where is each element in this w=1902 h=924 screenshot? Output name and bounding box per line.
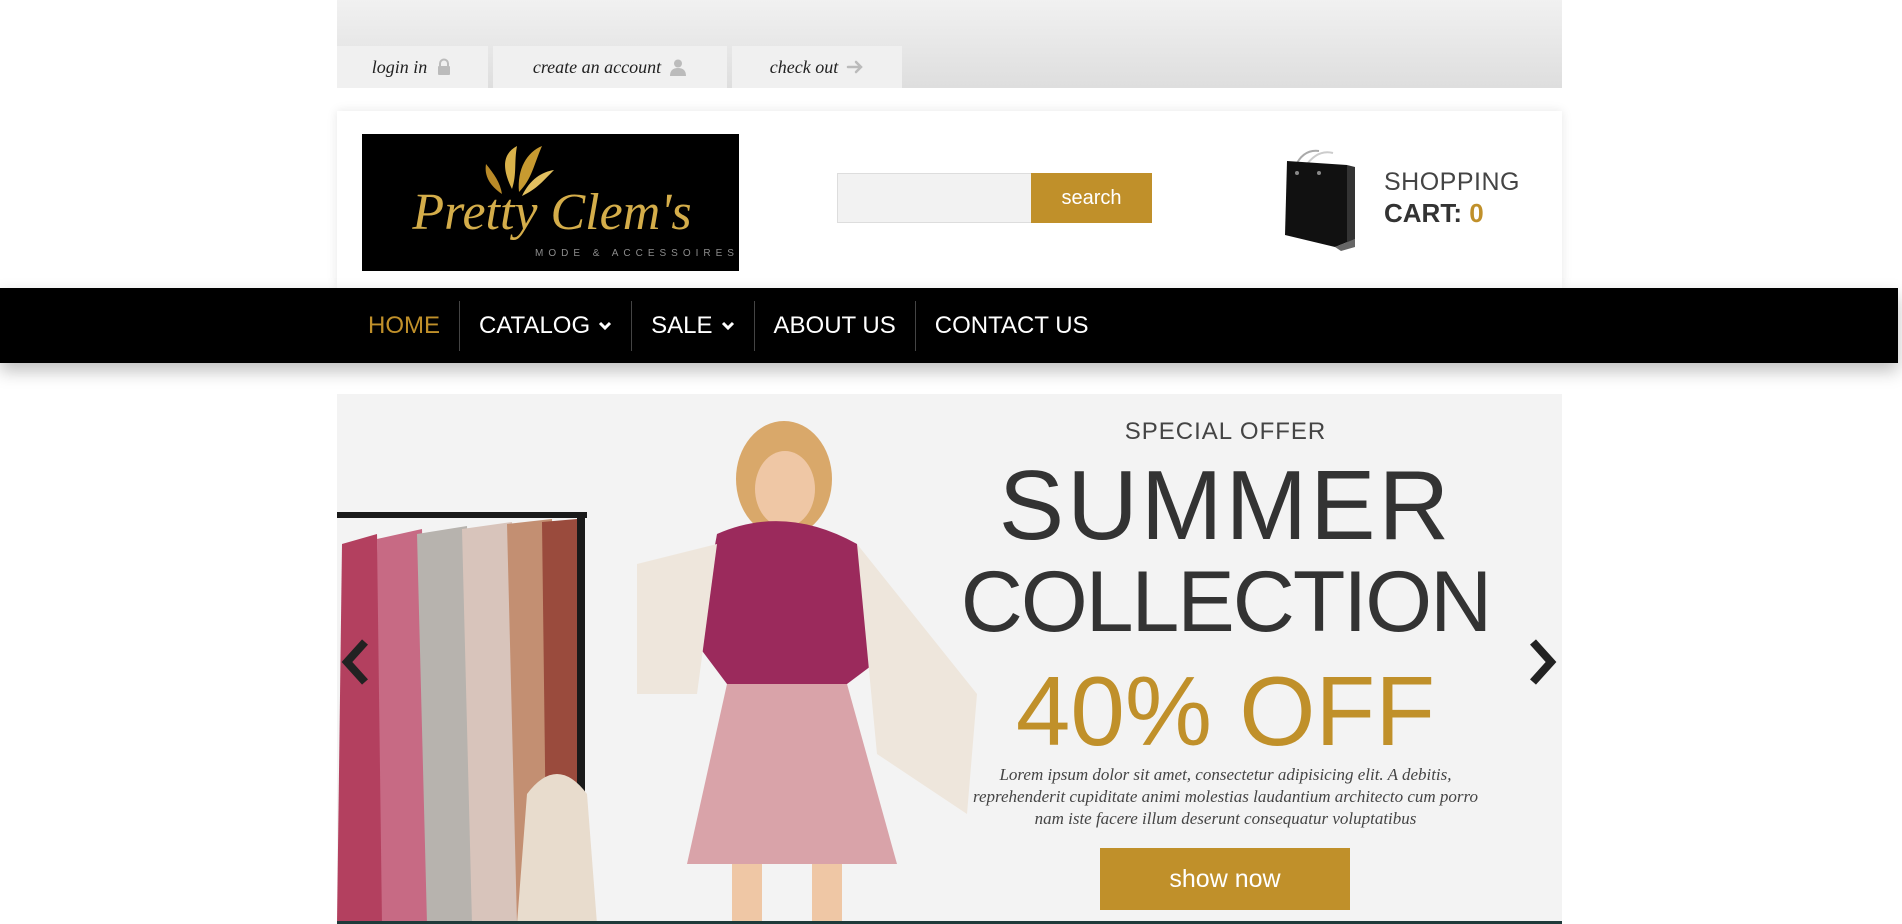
search-button[interactable]: search bbox=[1031, 173, 1152, 223]
offer-title-line2: COLLECTION bbox=[960, 554, 1493, 650]
hero-image bbox=[337, 421, 977, 924]
offer-description-line2: reprehenderit cupiditate animi molestias… bbox=[972, 787, 1479, 806]
offer-discount: 40% OFF bbox=[1015, 656, 1436, 766]
login-link-label: login in bbox=[371, 56, 428, 77]
arrow-right-icon bbox=[846, 58, 864, 76]
nav-item-contact-us[interactable]: CONTACT US bbox=[916, 301, 1108, 351]
account-links: login in create an account check out bbox=[337, 46, 907, 88]
slider-prev-arrow[interactable] bbox=[337, 632, 373, 692]
offer-description: Lorem ipsum dolor sit amet, consectetur … bbox=[937, 764, 1514, 830]
cart-label: CART: bbox=[1384, 198, 1462, 228]
chevron-right-icon bbox=[1530, 639, 1557, 685]
show-now-button[interactable]: show now bbox=[1100, 848, 1350, 910]
checkout-link-label: check out bbox=[769, 56, 839, 77]
nav-item-sale[interactable]: SALE bbox=[632, 300, 755, 351]
logo-tagline: MODE & ACCESSOIRES bbox=[535, 248, 739, 259]
offer-title-line1: SUMMER bbox=[998, 450, 1453, 560]
top-bar: login in create an account check out bbox=[337, 0, 1562, 88]
logo-text: Pretty Clem's bbox=[411, 184, 691, 241]
create-account-link[interactable]: create an account bbox=[493, 46, 727, 88]
user-icon bbox=[669, 58, 687, 76]
nav-item-home-label: HOME bbox=[368, 311, 440, 339]
shopping-bag-icon[interactable] bbox=[1283, 147, 1363, 251]
chevron-left-icon bbox=[341, 639, 368, 685]
cart-count: 0 bbox=[1469, 198, 1484, 228]
hero-slider: SPECIAL OFFER SUMMER COLLECTION 40% OFF … bbox=[337, 394, 1562, 924]
nav-item-sale-label: SALE bbox=[651, 311, 713, 339]
offer-description-line1: Lorem ipsum dolor sit amet, consectetur … bbox=[999, 765, 1452, 784]
nav-item-catalog-label: CATALOG bbox=[479, 311, 591, 339]
site-header: Pretty Clem's MODE & ACCESSOIRES search … bbox=[337, 111, 1562, 288]
offer-kicker: SPECIAL OFFER bbox=[1124, 418, 1327, 445]
search-input[interactable] bbox=[837, 173, 1032, 223]
cart-summary[interactable]: SHOPPING CART: 0 bbox=[1384, 167, 1520, 229]
nav-item-contact-us-label: CONTACT US bbox=[934, 311, 1089, 339]
create-account-link-label: create an account bbox=[532, 56, 662, 77]
nav-item-catalog[interactable]: CATALOG bbox=[460, 300, 633, 351]
checkout-link[interactable]: check out bbox=[732, 46, 902, 88]
offer-description-line3: nam iste facere illum deserunt consequat… bbox=[1034, 809, 1417, 828]
nav-item-about-us[interactable]: ABOUT US bbox=[755, 300, 916, 351]
main-nav: HOME CATALOG SALE ABOUT US CONTACT US bbox=[0, 288, 1898, 363]
chevron-down-icon bbox=[599, 321, 612, 330]
nav-item-about-us-label: ABOUT US bbox=[773, 311, 896, 339]
cart-line2: CART: 0 bbox=[1384, 198, 1520, 229]
nav-items: HOME CATALOG SALE ABOUT US CONTACT US bbox=[337, 288, 1108, 363]
lock-icon bbox=[435, 58, 453, 76]
chevron-down-icon bbox=[721, 321, 734, 330]
cart-line1: SHOPPING bbox=[1384, 168, 1520, 196]
logo[interactable]: Pretty Clem's MODE & ACCESSOIRES bbox=[362, 134, 739, 271]
logo-graphic: Pretty Clem's MODE & ACCESSOIRES bbox=[411, 146, 739, 259]
login-link[interactable]: login in bbox=[337, 46, 488, 88]
nav-item-home[interactable]: HOME bbox=[337, 300, 460, 351]
slider-next-arrow[interactable] bbox=[1525, 632, 1561, 692]
